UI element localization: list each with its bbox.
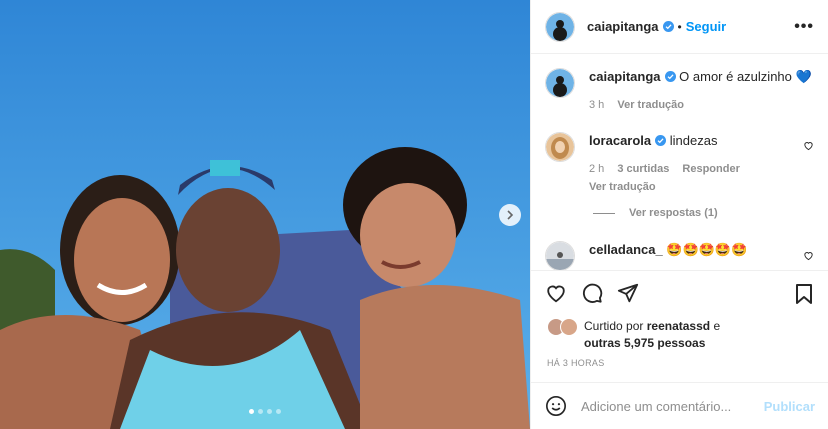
- avatar[interactable]: [545, 132, 575, 162]
- verified-badge-icon: [662, 21, 674, 32]
- post-header: caiapitanga • Seguir •••: [531, 0, 828, 54]
- like-heart-icon[interactable]: [545, 282, 567, 304]
- see-translation-link[interactable]: Ver tradução: [617, 99, 684, 111]
- comment-item: celladanca_ 🤩🤩🤩🤩🤩: [545, 241, 747, 271]
- emoji-smiley-icon[interactable]: [545, 395, 567, 417]
- liked-prefix: Curtido por: [584, 319, 644, 333]
- verified-badge-icon: [664, 71, 676, 82]
- divider: [531, 270, 828, 271]
- comment-text: lindezas: [669, 133, 718, 148]
- caption-text: O amor é azulzinho 💙: [679, 69, 812, 84]
- carousel-indicators: [249, 409, 281, 414]
- post-photo[interactable]: [0, 0, 530, 429]
- add-comment-bar: Publicar: [531, 382, 828, 429]
- header-username[interactable]: caiapitanga: [587, 19, 659, 34]
- follow-button[interactable]: Seguir: [686, 19, 726, 34]
- carousel-dot: [267, 409, 272, 414]
- avatar[interactable]: [545, 68, 575, 98]
- chevron-right-icon: [507, 210, 514, 220]
- caption: caiapitanga O amor é azulzinho 💙 3 h Ver…: [545, 68, 812, 113]
- liked-by: Curtido por reenatassd e outras 5,975 pe…: [547, 318, 720, 352]
- reply-button[interactable]: Responder: [682, 163, 739, 175]
- comment-username[interactable]: loracarola: [589, 133, 651, 148]
- carousel-dot: [258, 409, 263, 414]
- comment-username[interactable]: celladanca_: [589, 242, 663, 257]
- action-bar: [545, 282, 639, 304]
- next-slide-button[interactable]: [499, 204, 521, 226]
- share-paper-plane-icon[interactable]: [617, 282, 639, 304]
- avatar[interactable]: [560, 318, 578, 336]
- more-options-icon[interactable]: •••: [794, 18, 814, 36]
- comment-text: 🤩🤩🤩🤩🤩: [666, 242, 748, 257]
- caption-username[interactable]: caiapitanga: [589, 69, 661, 84]
- comment-item: loracarola lindezas 2 h 3 curtidas Respo…: [545, 132, 740, 195]
- comment-input[interactable]: [579, 397, 764, 415]
- verified-badge-icon: [655, 135, 667, 146]
- view-replies-link[interactable]: Ver respostas (1): [629, 207, 718, 219]
- liked-suffix: e: [713, 319, 721, 333]
- comment-bubble-icon[interactable]: [581, 282, 603, 304]
- post-timestamp[interactable]: HÁ 3 HORAS: [547, 358, 605, 368]
- like-comment-heart-icon[interactable]: [803, 140, 814, 151]
- carousel-dot: [276, 409, 281, 414]
- post-side-panel: caiapitanga • Seguir ••• caiapitanga O a…: [530, 0, 828, 429]
- separator: •: [677, 19, 682, 34]
- avatar[interactable]: [545, 241, 575, 271]
- replies-line: [593, 212, 615, 214]
- carousel-dot-active: [249, 409, 254, 414]
- liked-avatars: [547, 318, 578, 336]
- avatar[interactable]: [545, 11, 575, 42]
- liked-user[interactable]: reenatassd: [647, 319, 710, 333]
- comment-likes[interactable]: 3 curtidas: [617, 163, 669, 175]
- see-translation-link[interactable]: Ver tradução: [589, 181, 656, 193]
- caption-time: 3 h: [589, 99, 605, 111]
- comment-time: 2 h: [589, 163, 605, 175]
- publish-button[interactable]: Publicar: [764, 399, 815, 414]
- like-comment-heart-icon[interactable]: [803, 250, 814, 261]
- post-image: [0, 0, 530, 429]
- view-replies[interactable]: Ver respostas (1): [593, 207, 718, 219]
- liked-others[interactable]: outras 5,975 pessoas: [584, 336, 705, 350]
- save-bookmark-icon[interactable]: [794, 283, 814, 305]
